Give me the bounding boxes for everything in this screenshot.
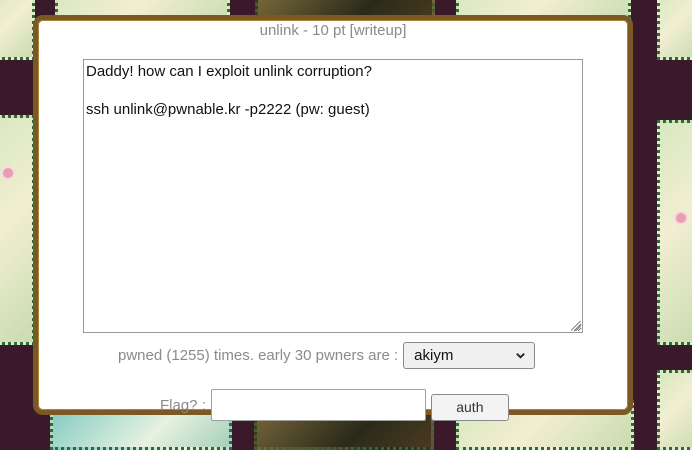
background-card — [0, 115, 35, 345]
background-card — [657, 0, 692, 60]
pwned-count-label: pwned (1255) times. early 30 pwners are … — [118, 346, 399, 364]
challenge-dialog: unlink - 10 pt [writeup] Daddy! how can … — [33, 15, 633, 421]
background-card — [0, 0, 35, 60]
resize-handle-icon[interactable] — [571, 321, 581, 331]
auth-button[interactable]: auth — [430, 393, 509, 421]
flag-input[interactable] — [210, 389, 426, 421]
flag-row: Flag? : auth — [160, 389, 509, 421]
pwners-row: pwned (1255) times. early 30 pwners are … — [118, 341, 536, 369]
flag-label: Flag? : — [160, 396, 206, 414]
challenge-title: unlink - 10 pt [writeup] — [259, 22, 407, 39]
challenge-description[interactable]: Daddy! how can I exploit unlink corrupti… — [83, 59, 583, 333]
early-pwners-select[interactable]: akiym — [403, 341, 536, 369]
chevron-down-icon — [516, 352, 525, 359]
background-card — [657, 370, 692, 450]
background-card — [657, 120, 692, 345]
early-pwners-selected: akiym — [414, 346, 454, 364]
